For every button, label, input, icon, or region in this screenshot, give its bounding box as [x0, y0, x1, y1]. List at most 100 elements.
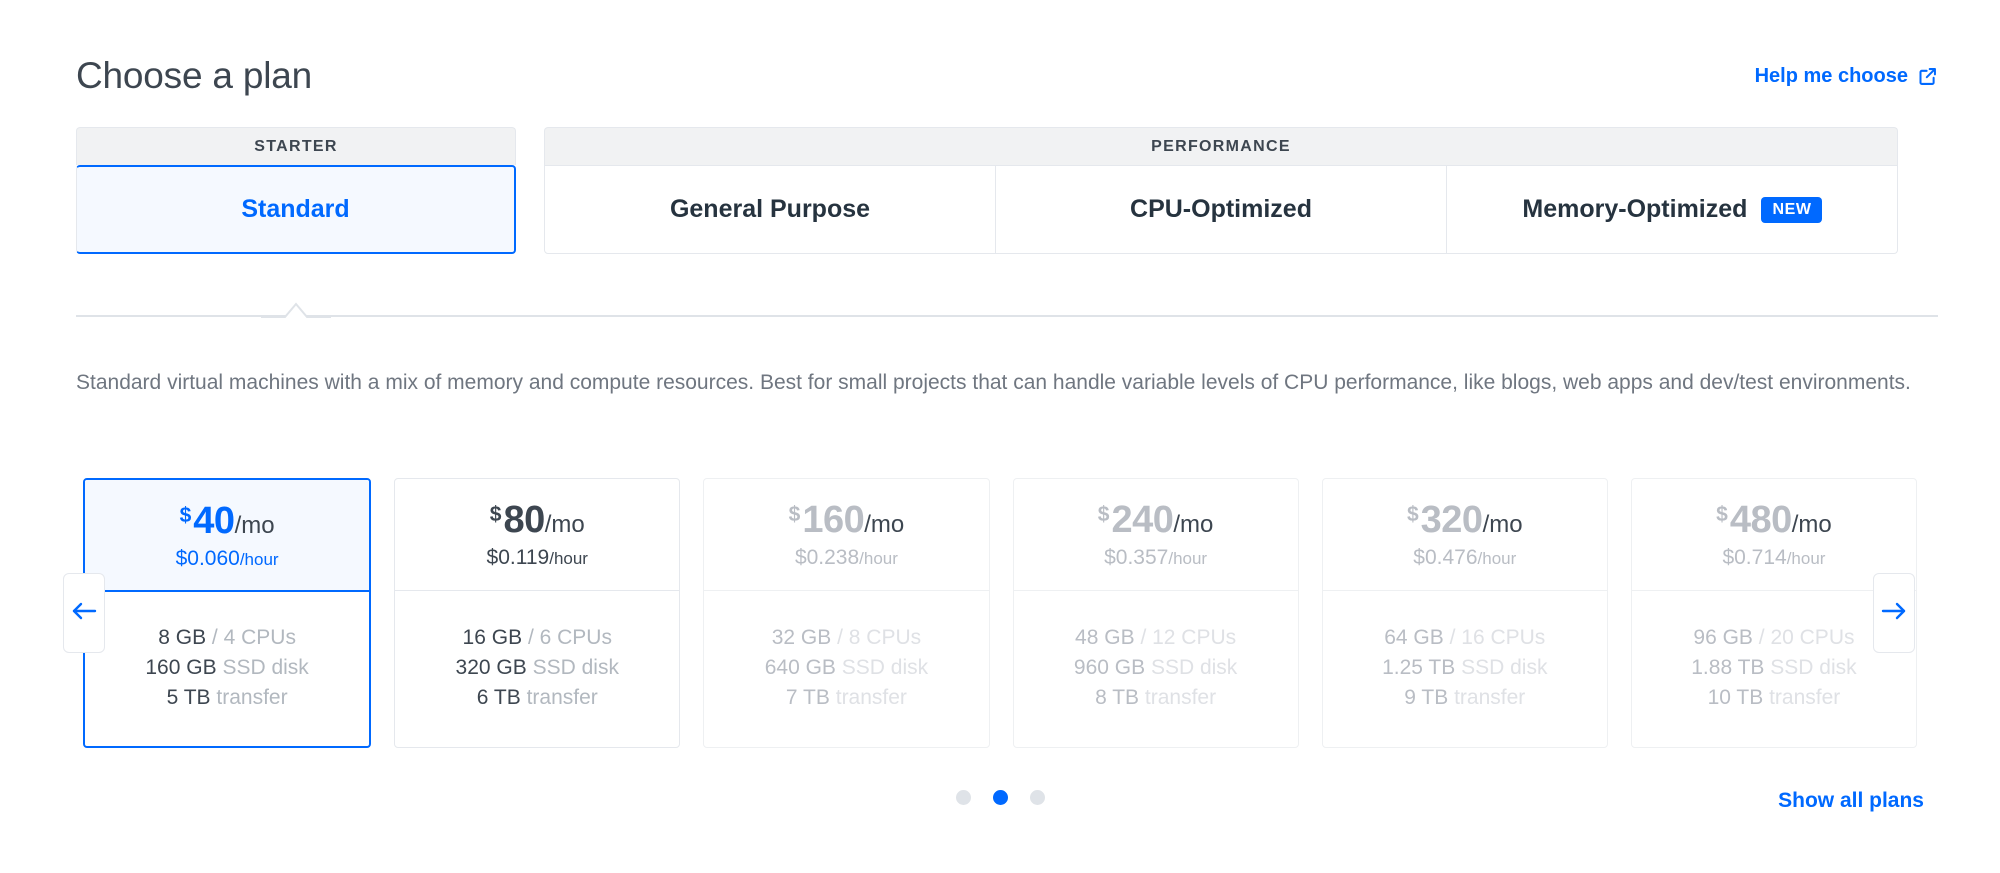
plan-hourly-price: $0.060/hour [176, 548, 279, 569]
spec-memory: 16 GB [462, 625, 523, 649]
tab-general-purpose-label: General Purpose [669, 195, 871, 223]
plan-description: Standard virtual machines with a mix of … [76, 371, 1911, 394]
plan-price-block: $ 160 /mo $0.238/hour [704, 479, 989, 591]
carousel-dot-active[interactable] [992, 790, 1008, 805]
hourly-amount: $0.119 [486, 546, 550, 569]
spec-transfer-label: transfer [216, 685, 288, 709]
plan-price-block: $ 40 /mo $0.060/hour [85, 480, 370, 592]
monthly-amount: 160 [802, 499, 865, 541]
spec-disk-amount: 320 GB [455, 655, 527, 679]
carousel-dot[interactable] [1029, 790, 1045, 805]
hourly-unit: /hour [1168, 549, 1208, 568]
currency-symbol: $ [1406, 503, 1419, 526]
hourly-unit: /hour [859, 549, 898, 568]
monthly-amount: 320 [1420, 499, 1483, 541]
spec-disk: 960 GB SSD disk [1074, 657, 1237, 678]
hourly-unit: /hour [1786, 549, 1826, 568]
spec-transfer-amount: 5 TB [166, 685, 211, 709]
spec-memory-cpu: 96 GB / 20 CPUs [1693, 627, 1854, 648]
plan-card[interactable]: $ 40 /mo $0.060/hour 8 GB / 4 CPUs 160 G… [83, 478, 372, 748]
tab-general-purpose[interactable]: General Purpose [544, 165, 996, 254]
show-all-plans-link[interactable]: Show all plans [1778, 788, 1924, 813]
spec-transfer: 5 TB transfer [167, 687, 288, 708]
spec-disk-amount: 960 GB [1073, 655, 1146, 679]
spec-disk-label: SSD disk [222, 655, 309, 679]
plan-hourly-price: $0.238/hour [795, 547, 898, 568]
spec-memory: 96 GB [1693, 625, 1753, 649]
page-header: Choose a plan Help me choose [76, 52, 1938, 100]
plan-specs: 32 GB / 8 CPUs 640 GB SSD disk 7 TB tran… [704, 591, 988, 747]
spec-transfer: 9 TB transfer [1404, 687, 1525, 708]
monthly-unit: /mo [1482, 511, 1523, 538]
plan-monthly-price: $ 80 /mo [490, 501, 585, 539]
plan-card[interactable]: $ 80 /mo $0.119/hour 16 GB / 6 CPUs 320 … [394, 478, 681, 748]
hourly-amount: $0.238 [794, 546, 860, 569]
plan-hourly-price: $0.714/hour [1722, 547, 1825, 568]
monthly-amount: 240 [1111, 499, 1174, 541]
spec-disk-label: SSD disk [532, 655, 619, 679]
plan-hourly-price: $0.476/hour [1413, 547, 1516, 568]
spec-memory-cpu: 64 GB / 16 CPUs [1384, 627, 1545, 648]
performance-category-column: PERFORMANCE General Purpose CPU-Optimize… [544, 127, 1898, 254]
selected-tab-pointer-icon [261, 300, 331, 322]
spec-cpus: / 12 CPUs [1140, 625, 1237, 649]
hourly-amount: $0.060 [175, 546, 240, 570]
monthly-unit: /mo [864, 511, 905, 538]
plan-card[interactable]: $ 240 /mo $0.357/hour 48 GB / 12 CPUs 96… [1012, 478, 1299, 748]
spec-memory: 32 GB [771, 625, 832, 649]
spec-transfer-amount: 10 TB [1707, 685, 1764, 709]
tab-standard-label: Standard [241, 195, 350, 223]
hourly-unit: /hour [1477, 549, 1517, 568]
plan-monthly-price: $ 320 /mo [1407, 501, 1523, 539]
plan-specs: 48 GB / 12 CPUs 960 GB SSD disk 8 TB tra… [1014, 591, 1298, 747]
spec-transfer-label: transfer [526, 685, 598, 709]
spec-transfer: 10 TB transfer [1708, 687, 1841, 708]
spec-transfer: 6 TB transfer [477, 687, 598, 708]
spec-transfer: 7 TB transfer [786, 687, 907, 708]
spec-disk: 640 GB SSD disk [765, 657, 928, 678]
page-title: Choose a plan [76, 55, 313, 96]
plan-hourly-price: $0.357/hour [1104, 547, 1207, 568]
performance-tab-row: General Purpose CPU-Optimized Memory-Opt… [544, 165, 1898, 254]
spec-transfer-label: transfer [1144, 685, 1217, 709]
help-me-choose-link[interactable]: Help me choose [1755, 64, 1938, 88]
starter-category-column: STARTER Standard [76, 127, 516, 254]
carousel-prev-button[interactable] [63, 573, 105, 653]
spec-disk-label: SSD disk [1150, 655, 1238, 679]
carousel-next-button[interactable] [1873, 573, 1915, 653]
spec-memory-cpu: 48 GB / 12 CPUs [1075, 627, 1236, 648]
plan-price-block: $ 80 /mo $0.119/hour [395, 479, 680, 591]
currency-symbol: $ [489, 503, 502, 526]
plan-specs: 16 GB / 6 CPUs 320 GB SSD disk 6 TB tran… [395, 591, 679, 747]
plan-card[interactable]: $ 320 /mo $0.476/hour 64 GB / 16 CPUs 1.… [1321, 478, 1608, 748]
currency-symbol: $ [788, 503, 801, 526]
plan-hourly-price: $0.119/hour [487, 547, 588, 568]
hourly-unit: /hour [239, 549, 279, 569]
tab-standard[interactable]: Standard [76, 165, 516, 254]
plan-type-tabs: STARTER Standard PERFORMANCE General Pur… [76, 127, 1938, 254]
category-header-starter: STARTER [76, 127, 516, 165]
monthly-amount: 40 [193, 499, 235, 542]
carousel-pagination [0, 790, 2000, 805]
spec-transfer: 8 TB transfer [1095, 687, 1216, 708]
category-header-performance: PERFORMANCE [544, 127, 1898, 165]
plan-monthly-price: $ 40 /mo [180, 502, 275, 540]
tab-cpu-optimized[interactable]: CPU-Optimized [996, 165, 1447, 254]
spec-disk-amount: 1.25 TB [1382, 655, 1456, 679]
spec-transfer-amount: 7 TB [785, 685, 830, 709]
help-me-choose-label: Help me choose [1754, 65, 1908, 87]
currency-symbol: $ [1716, 503, 1728, 526]
plan-card[interactable]: $ 160 /mo $0.238/hour 32 GB / 8 CPUs 640… [703, 478, 990, 748]
hourly-unit: /hour [549, 549, 588, 568]
tab-cpu-optimized-label: CPU-Optimized [1130, 195, 1312, 223]
monthly-unit: /mo [234, 511, 275, 539]
spec-memory-cpu: 32 GB / 8 CPUs [772, 627, 921, 648]
spec-disk-amount: 640 GB [764, 655, 836, 679]
tab-memory-optimized[interactable]: Memory-Optimized NEW [1447, 165, 1898, 254]
spec-memory-cpu: 16 GB / 6 CPUs [463, 627, 612, 648]
choose-a-plan-page: Choose a plan Help me choose STARTER Sta… [0, 0, 2000, 873]
spec-transfer-amount: 9 TB [1404, 685, 1449, 709]
carousel-dot[interactable] [955, 790, 971, 805]
plan-card-list: $ 40 /mo $0.060/hour 8 GB / 4 CPUs 160 G… [83, 478, 1918, 748]
monthly-unit: /mo [544, 511, 585, 538]
